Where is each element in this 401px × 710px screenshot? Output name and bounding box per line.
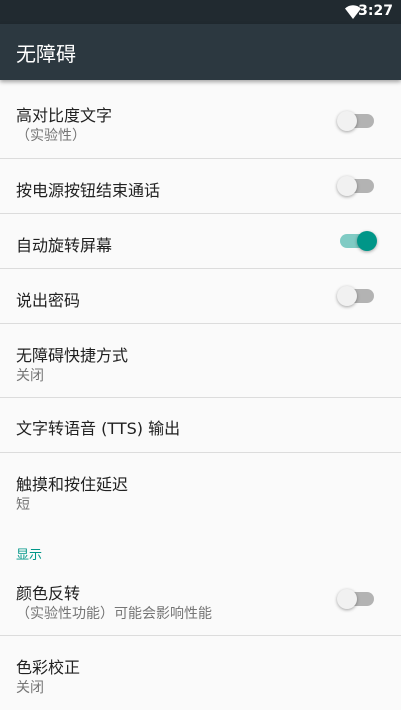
color-inversion-toggle[interactable]	[337, 589, 374, 609]
switch-thumb	[337, 176, 357, 196]
setting-summary: 关闭	[16, 680, 44, 696]
setting-label: 文字转语音 (TTS) 输出	[16, 419, 181, 438]
setting-summary: 短	[16, 497, 30, 513]
setting-tts-output[interactable]: 文字转语音 (TTS) 输出	[0, 398, 401, 453]
power-button-ends-call-toggle[interactable]	[337, 176, 374, 196]
high-contrast-toggle[interactable]	[337, 111, 374, 131]
setting-label: 按电源按钮结束通话	[16, 181, 161, 200]
switch-thumb	[337, 286, 357, 306]
setting-color-correction[interactable]: 色彩校正 关闭	[0, 636, 401, 710]
settings-list: 高对比度文字 （实验性） 按电源按钮结束通话 自动旋转屏幕 说出密码 无障碍快捷…	[0, 80, 401, 710]
setting-label: 触摸和按住延迟	[16, 475, 129, 494]
status-time: 3:27	[358, 3, 393, 19]
setting-label: 说出密码	[16, 291, 81, 310]
setting-color-inversion[interactable]: 颜色反转 （实验性功能）可能会影响性能	[0, 568, 401, 636]
setting-power-button-ends-call[interactable]: 按电源按钮结束通话	[0, 159, 401, 214]
setting-label: 高对比度文字	[16, 106, 113, 125]
setting-auto-rotate-screen[interactable]: 自动旋转屏幕	[0, 214, 401, 269]
setting-high-contrast-text[interactable]: 高对比度文字 （实验性）	[0, 80, 401, 159]
setting-label: 颜色反转	[16, 584, 81, 603]
setting-touch-hold-delay[interactable]: 触摸和按住延迟 短	[0, 453, 401, 527]
page-title: 无障碍	[16, 42, 76, 66]
setting-speak-passwords[interactable]: 说出密码	[0, 269, 401, 324]
setting-label: 色彩校正	[16, 658, 81, 677]
switch-thumb	[337, 589, 357, 609]
setting-summary: 关闭	[16, 368, 44, 384]
setting-accessibility-shortcut[interactable]: 无障碍快捷方式 关闭	[0, 324, 401, 398]
section-header-display: 显示	[16, 548, 43, 563]
setting-summary: （实验性功能）可能会影响性能	[16, 606, 212, 622]
speak-passwords-toggle[interactable]	[337, 286, 374, 306]
switch-thumb	[337, 111, 357, 131]
app-bar: 无障碍	[0, 24, 401, 80]
setting-summary: （实验性）	[16, 128, 86, 144]
status-bar: 3:27	[0, 0, 401, 24]
switch-thumb	[357, 231, 377, 251]
auto-rotate-toggle[interactable]	[340, 231, 377, 251]
setting-label: 自动旋转屏幕	[16, 236, 113, 255]
setting-label: 无障碍快捷方式	[16, 346, 129, 365]
